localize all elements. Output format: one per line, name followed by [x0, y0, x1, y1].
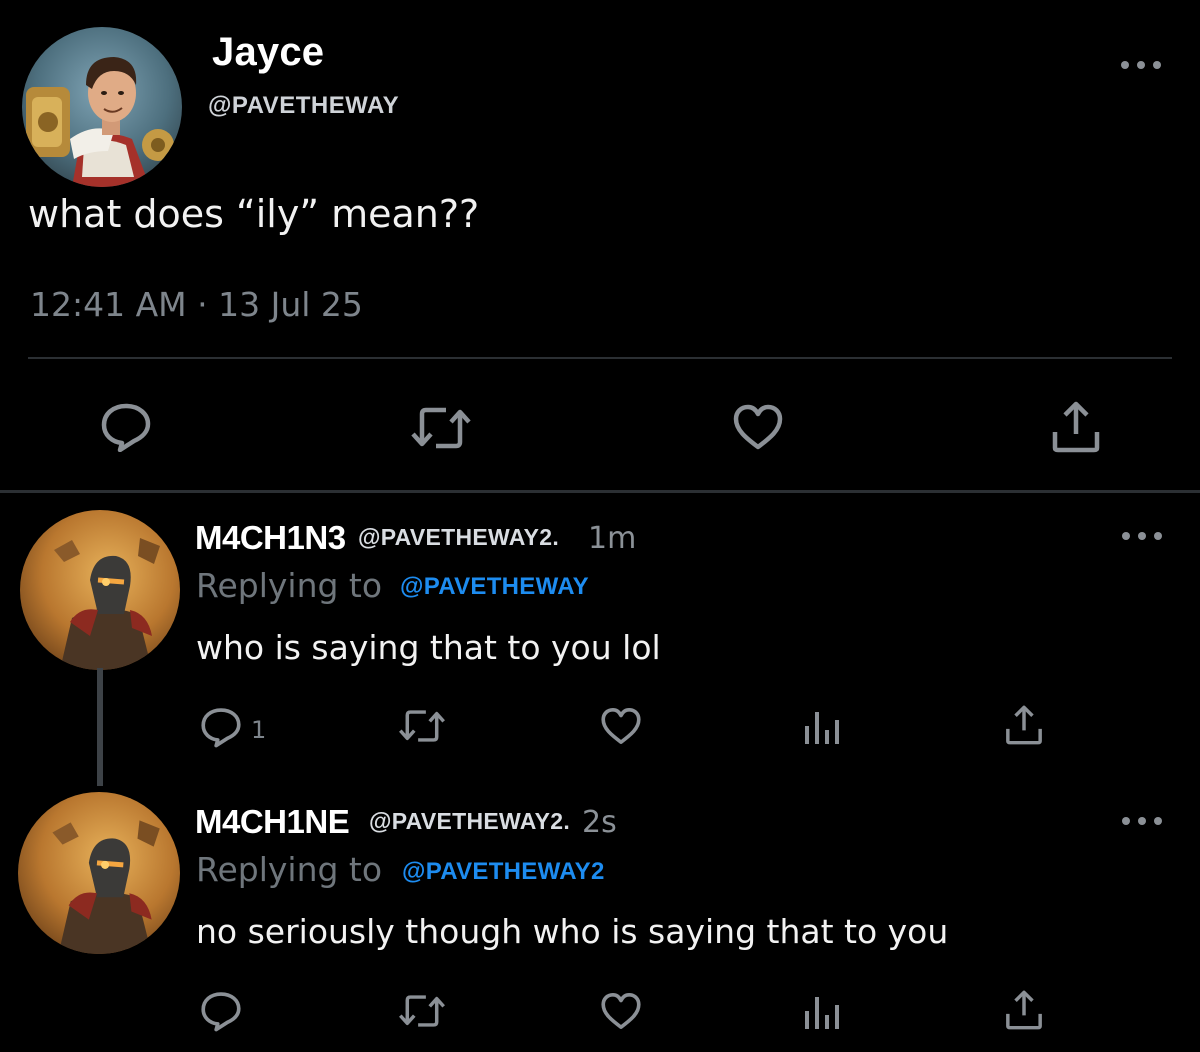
share-icon[interactable]	[1050, 400, 1102, 454]
replying-to-label: Replying to	[196, 850, 383, 889]
retweet-icon[interactable]	[398, 707, 446, 745]
like-icon[interactable]	[732, 404, 784, 450]
machine-herald-avatar-icon	[20, 510, 180, 670]
reply-text: who is saying that to you lol	[196, 628, 661, 667]
reply-handle[interactable]: @PAVETHEWAY2.	[358, 524, 559, 551]
main-display-name[interactable]: Jayce	[212, 30, 324, 75]
reply-handle[interactable]: @PAVETHEWAY2.	[369, 808, 570, 835]
retweet-icon[interactable]	[398, 992, 446, 1030]
main-tweet-text: what does “ily” mean??	[28, 192, 480, 236]
main-avatar[interactable]	[22, 27, 182, 187]
main-more-options-icon[interactable]	[1121, 58, 1161, 72]
reply-time[interactable]: 2s	[582, 805, 617, 840]
reply-icon[interactable]	[200, 706, 242, 748]
retweet-icon[interactable]	[410, 404, 472, 452]
reply-more-options-icon[interactable]	[1122, 529, 1162, 543]
reply-display-name[interactable]: M4CH1N3	[195, 519, 346, 557]
replying-to-mention[interactable]: @PAVETHEWAY	[400, 573, 589, 601]
share-icon[interactable]	[1004, 989, 1044, 1031]
main-tweet-timestamp[interactable]: 12:41 AM · 13 Jul 25	[30, 285, 363, 324]
reply-count: 1	[251, 716, 267, 744]
jayce-avatar-icon	[22, 27, 182, 187]
machine-herald-avatar-icon	[18, 792, 180, 954]
like-icon[interactable]	[600, 992, 642, 1030]
analytics-icon[interactable]	[802, 993, 842, 1031]
like-icon[interactable]	[600, 707, 642, 745]
reply-display-name[interactable]: M4CH1NE	[195, 803, 350, 841]
reply-time[interactable]: 1m	[588, 521, 636, 556]
replying-to-label: Replying to	[196, 566, 383, 605]
divider	[0, 490, 1200, 493]
thread-connector	[97, 668, 103, 786]
reply-icon[interactable]	[100, 402, 152, 452]
reply-avatar[interactable]	[20, 510, 180, 670]
share-icon[interactable]	[1004, 704, 1044, 746]
reply-avatar[interactable]	[18, 792, 180, 954]
reply-more-options-icon[interactable]	[1122, 814, 1162, 828]
analytics-icon[interactable]	[802, 708, 842, 746]
replying-to-mention[interactable]: @PAVETHEWAY2	[402, 858, 605, 886]
main-handle[interactable]: @PAVETHEWAY	[208, 92, 399, 120]
reply-text: no seriously though who is saying that t…	[196, 912, 949, 951]
divider	[28, 357, 1172, 359]
reply-icon[interactable]	[200, 990, 242, 1032]
